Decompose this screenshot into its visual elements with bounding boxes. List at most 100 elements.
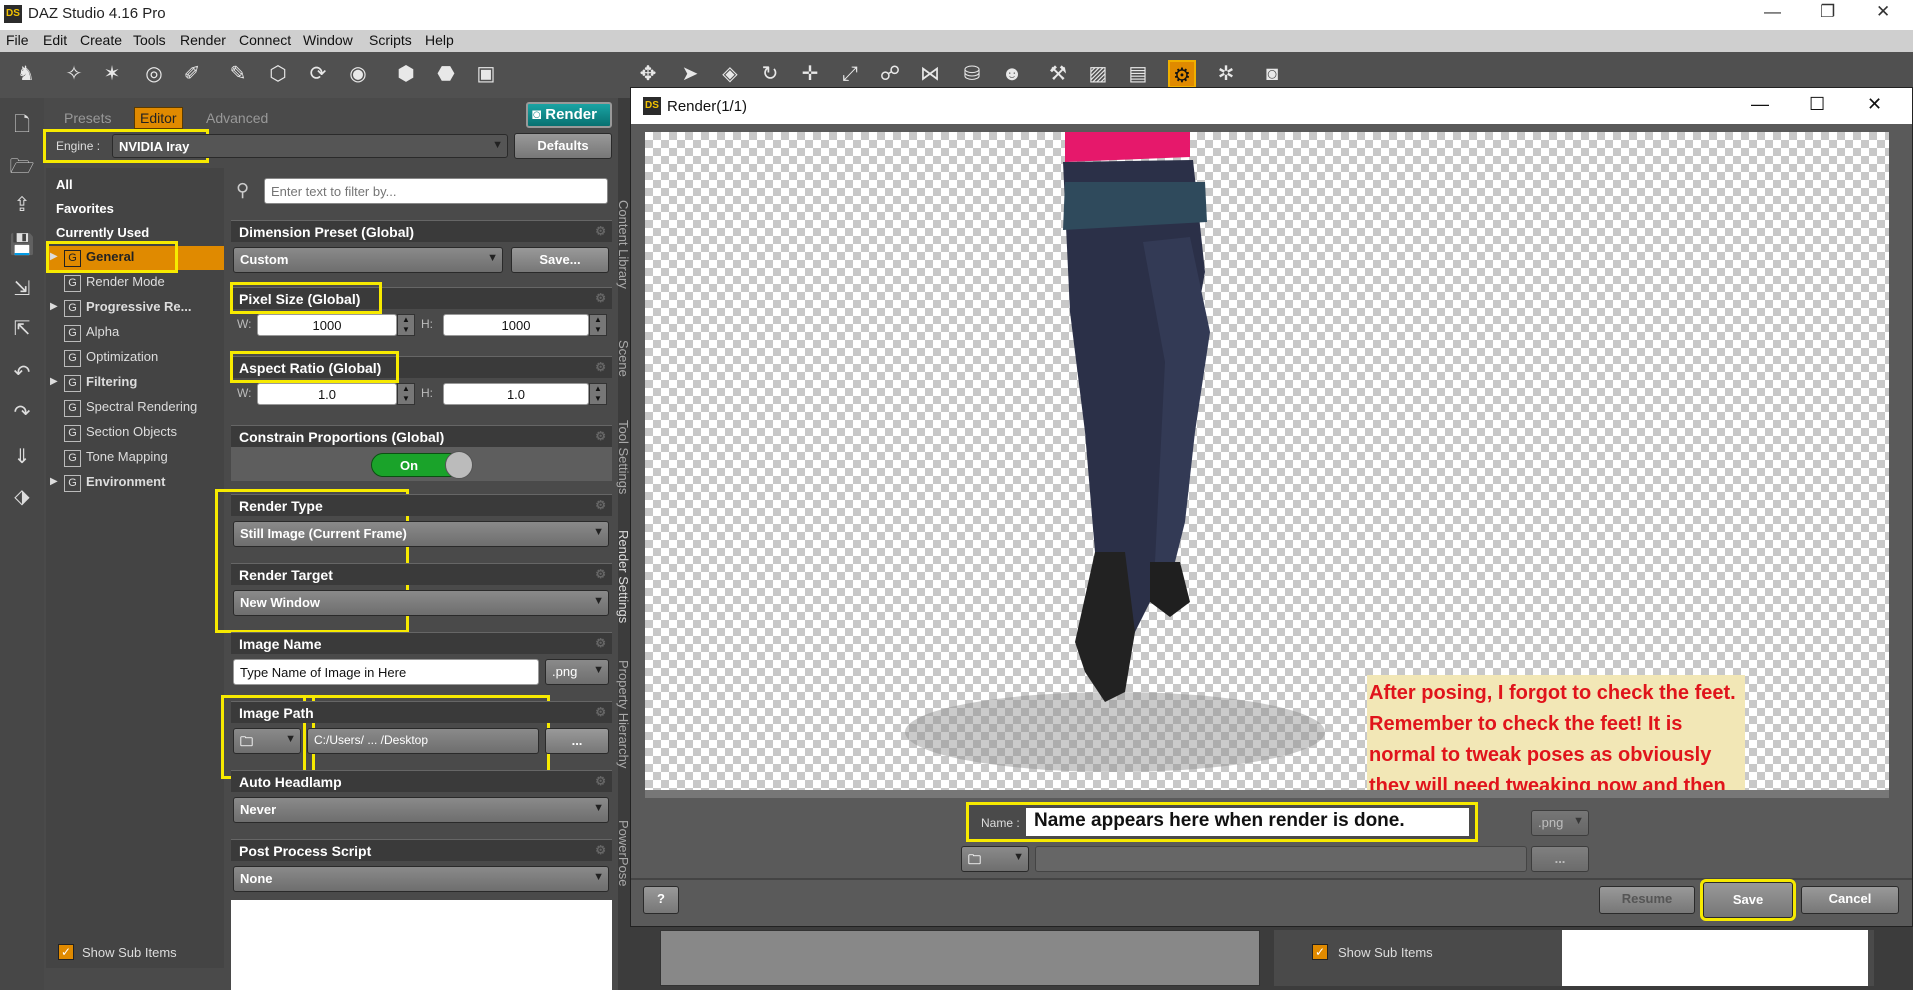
- minimize-icon[interactable]: —: [1751, 94, 1769, 115]
- hatch-tool-icon[interactable]: ▨: [1084, 60, 1112, 88]
- menu-help[interactable]: Help: [425, 32, 454, 48]
- nav-render-mode[interactable]: G Render Mode: [50, 273, 230, 295]
- tab-content-library[interactable]: Content Library: [616, 200, 631, 289]
- image-name-field[interactable]: Type Name of Image in Here: [233, 659, 539, 685]
- right-show-sub-items-checkbox[interactable]: ✓: [1312, 944, 1328, 960]
- box-tool-icon[interactable]: ▣: [472, 60, 500, 88]
- cube-tool-icon[interactable]: ⬡: [264, 60, 292, 88]
- geometry-editor-icon[interactable]: ⋈: [916, 60, 944, 88]
- target-tool-icon[interactable]: ◉: [344, 60, 372, 88]
- nav-progressive[interactable]: ▶ G Progressive Re...: [50, 298, 230, 320]
- folder-select[interactable]: 🗀 ▼: [233, 728, 301, 754]
- filter-input[interactable]: [264, 178, 608, 204]
- folder-select[interactable]: 🗀 ▼: [961, 846, 1029, 872]
- gear-icon[interactable]: ⚙: [595, 224, 606, 238]
- show-sub-items-checkbox[interactable]: ✓: [58, 944, 74, 960]
- cancel-button[interactable]: Cancel: [1801, 886, 1899, 914]
- defaults-button[interactable]: Defaults: [514, 133, 612, 159]
- save-preset-button[interactable]: Save...: [511, 247, 609, 273]
- width-spinner[interactable]: ▲ ▼: [397, 383, 415, 405]
- open-icon[interactable]: 🗁: [8, 152, 36, 180]
- nav-optimization[interactable]: G Optimization: [50, 348, 230, 370]
- nav-alpha[interactable]: G Alpha: [50, 323, 230, 345]
- paint-tool-icon[interactable]: ✎: [224, 60, 252, 88]
- scale-icon[interactable]: ⤢: [836, 60, 864, 88]
- rotate-tool-icon[interactable]: ⟳: [304, 60, 332, 88]
- drop-icon[interactable]: ⇓: [8, 444, 36, 472]
- pixel-width-field[interactable]: 1000: [257, 314, 397, 336]
- menu-scripts[interactable]: Scripts: [369, 32, 412, 48]
- sparkle-tool-icon[interactable]: ✶: [98, 60, 126, 88]
- nav-filtering[interactable]: ▶ G Filtering: [50, 373, 230, 395]
- height-spinner[interactable]: ▲ ▼: [589, 383, 607, 405]
- tab-powerpose[interactable]: PowerPose: [616, 820, 631, 886]
- merge-icon[interactable]: ⇪: [8, 192, 36, 220]
- aspect-height-field[interactable]: 1.0: [443, 383, 589, 405]
- select-tool-icon[interactable]: ➤: [676, 60, 704, 88]
- gear-icon[interactable]: ⚙: [595, 705, 606, 719]
- gear-icon[interactable]: ⚙: [595, 567, 606, 581]
- import-icon[interactable]: ⇲: [8, 276, 36, 304]
- translate-icon[interactable]: ✛: [796, 60, 824, 88]
- joint-editor-icon[interactable]: ☍: [876, 60, 904, 88]
- node-tool-icon[interactable]: ⬢: [392, 60, 420, 88]
- nav-spectral[interactable]: G Spectral Rendering: [50, 398, 230, 420]
- nav-section-objects[interactable]: G Section Objects: [50, 423, 230, 445]
- menu-create[interactable]: Create: [80, 32, 122, 48]
- menu-connect[interactable]: Connect: [239, 32, 291, 48]
- save-button[interactable]: Save: [1700, 879, 1796, 921]
- gear-icon[interactable]: ⚙: [595, 636, 606, 650]
- browse-button[interactable]: ...: [1531, 846, 1589, 872]
- tab-advanced[interactable]: Advanced: [206, 110, 268, 126]
- gear-icon[interactable]: ⚙: [595, 291, 606, 305]
- surface-tool-icon[interactable]: ⛁: [958, 60, 986, 88]
- tab-presets[interactable]: Presets: [64, 110, 111, 126]
- width-spinner[interactable]: ▲ ▼: [397, 314, 415, 336]
- gear-icon[interactable]: ⚙: [595, 429, 606, 443]
- restore-icon[interactable]: ❐: [1820, 2, 1835, 22]
- aspect-width-field[interactable]: 1.0: [257, 383, 397, 405]
- gauge-tool-icon[interactable]: ◎: [140, 60, 168, 88]
- node-select-icon[interactable]: ◈: [716, 60, 744, 88]
- menu-edit[interactable]: Edit: [43, 32, 67, 48]
- resume-button[interactable]: Resume: [1599, 886, 1695, 914]
- minimize-icon[interactable]: —: [1764, 2, 1781, 22]
- post-process-select[interactable]: None ▼: [233, 866, 609, 892]
- gear-icon[interactable]: ⚙: [595, 360, 606, 374]
- image-tool-icon[interactable]: ▤: [1124, 60, 1152, 88]
- universal-tool-icon[interactable]: ✥: [634, 60, 662, 88]
- camera-icon[interactable]: ◙: [1258, 60, 1286, 88]
- maximize-icon[interactable]: ☐: [1809, 94, 1825, 115]
- tab-property-hierarchy[interactable]: Property Hierarchy: [616, 660, 631, 768]
- nav-currently-used[interactable]: Currently Used: [56, 222, 220, 244]
- tab-scene[interactable]: Scene: [616, 340, 631, 377]
- pose-tool-icon[interactable]: ☻: [998, 60, 1026, 88]
- nav-environment[interactable]: ▶ G Environment: [50, 473, 230, 495]
- menu-tools[interactable]: Tools: [133, 32, 166, 48]
- tab-tool-settings[interactable]: Tool Settings: [616, 420, 631, 494]
- close-icon[interactable]: ✕: [1876, 2, 1890, 22]
- rotate-node-icon[interactable]: ↻: [756, 60, 784, 88]
- undo-icon[interactable]: ↶: [8, 360, 36, 388]
- figure-tool-icon[interactable]: ♞: [12, 60, 40, 88]
- bone-tool-icon[interactable]: ✧: [60, 60, 88, 88]
- height-spinner[interactable]: ▲ ▼: [589, 314, 607, 336]
- gear-icon[interactable]: ⚙: [595, 843, 606, 857]
- tab-render-settings[interactable]: Render Settings: [616, 530, 631, 623]
- close-icon[interactable]: ✕: [1867, 94, 1882, 115]
- export-icon[interactable]: ⇱: [8, 316, 36, 344]
- new-file-icon[interactable]: 🗋: [8, 110, 36, 138]
- nav-general[interactable]: ▶ G General: [50, 248, 230, 270]
- nav-tone-mapping[interactable]: G Tone Mapping: [50, 448, 230, 470]
- menu-render[interactable]: Render: [180, 32, 226, 48]
- tab-editor[interactable]: Editor: [134, 107, 183, 129]
- image-ext-select[interactable]: .png ▼: [545, 659, 609, 685]
- menu-file[interactable]: File: [6, 32, 29, 48]
- wand-tool-icon[interactable]: ✐: [178, 60, 206, 88]
- gear-icon[interactable]: ⚙: [595, 498, 606, 512]
- nav-all[interactable]: All: [56, 174, 220, 196]
- nav-favorites[interactable]: Favorites: [56, 198, 220, 220]
- menu-window[interactable]: Window: [303, 32, 353, 48]
- name-field[interactable]: Name appears here when render is done.: [1026, 808, 1469, 836]
- gear-icon[interactable]: ⚙: [595, 774, 606, 788]
